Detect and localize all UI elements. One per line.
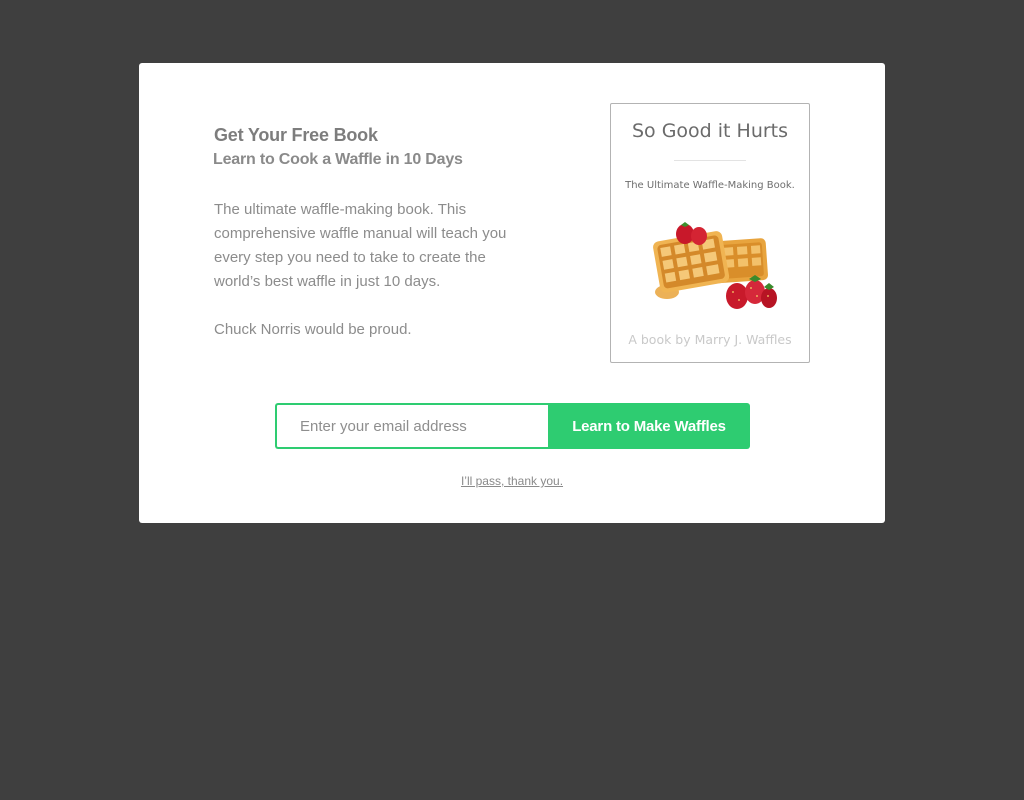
book-divider [674, 160, 746, 161]
book-cover: So Good it Hurts The Ultimate Waffle-Mak… [610, 103, 810, 363]
book-author: A book by Marry J. Waffles [628, 332, 792, 347]
waffle-image [653, 222, 777, 309]
learn-to-make-waffles-button[interactable]: Learn to Make Waffles [548, 403, 750, 449]
offer-subheading: Learn to Cook a Waffle in 10 Days [213, 151, 463, 168]
signup-form: Learn to Make Waffles [275, 403, 750, 449]
offer-tagline: Chuck Norris would be proud. [214, 321, 412, 338]
book-title: So Good it Hurts [631, 120, 789, 142]
signup-modal: Get Your Free Book Learn to Cook a Waffl… [139, 63, 885, 523]
offer-description: The ultimate waffle-making book. This co… [214, 201, 507, 290]
offer-heading: Get Your Free Book [214, 125, 378, 145]
email-input[interactable] [275, 403, 548, 449]
book-subtitle: The Ultimate Waffle-Making Book. [625, 180, 795, 191]
decline-link[interactable]: I’ll pass, thank you. [139, 474, 885, 488]
